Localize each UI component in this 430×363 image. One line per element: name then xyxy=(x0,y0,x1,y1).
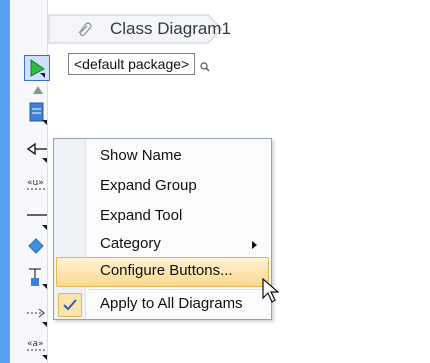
generalization-tool[interactable] xyxy=(25,138,51,164)
menu-item-label: Category xyxy=(100,235,161,252)
selector-tool[interactable] xyxy=(24,55,50,81)
tool-palette: «u» «a» xyxy=(10,0,51,363)
menu-item-label: Apply to All Diagrams xyxy=(100,295,243,312)
search-icon[interactable] xyxy=(199,61,211,73)
class-icon xyxy=(29,102,47,125)
dependency-icon xyxy=(29,268,47,289)
package-selector[interactable]: <default package> xyxy=(68,53,211,75)
menu-item-label: Show Name xyxy=(100,147,182,164)
menu-item-apply-to-all-diagrams[interactable]: Apply to All Diagrams xyxy=(56,291,269,319)
realization-icon xyxy=(27,308,47,327)
anchor-tool[interactable]: «a» xyxy=(25,335,51,361)
menu-item-label: Configure Buttons... xyxy=(100,262,233,279)
interface-icon xyxy=(28,238,44,254)
menu-item-configure-buttons[interactable]: Configure Buttons... xyxy=(56,257,269,287)
menu-item-expand-group[interactable]: Expand Group xyxy=(56,172,269,202)
anchor-icon: «a» xyxy=(27,339,47,360)
association-tool[interactable] xyxy=(25,205,51,231)
dependency-tool[interactable] xyxy=(25,264,51,290)
menu-item-label: Expand Tool xyxy=(100,207,183,224)
triangle-up-icon xyxy=(33,86,43,94)
usage-tool[interactable]: «u» xyxy=(25,172,51,198)
svg-text:«a»: «a» xyxy=(27,339,44,349)
collapse-arrow[interactable] xyxy=(25,82,51,98)
mouse-cursor-icon xyxy=(262,278,280,303)
menu-separator xyxy=(88,289,266,290)
breadcrumb: Class Diagram1 xyxy=(48,14,430,44)
association-icon xyxy=(27,214,47,230)
menu-item-label: Expand Group xyxy=(100,177,197,194)
pointer-icon xyxy=(30,59,45,78)
package-label[interactable]: <default package> xyxy=(68,53,196,75)
class-tool[interactable] xyxy=(25,100,51,126)
diagram-link-icon xyxy=(78,22,92,37)
diagram-name: Class Diagram1 xyxy=(110,19,231,38)
interface-tool[interactable] xyxy=(25,234,51,260)
realization-tool[interactable] xyxy=(25,302,51,328)
context-menu: Show Name Expand Group Expand Tool Categ… xyxy=(53,138,272,320)
menu-item-category[interactable]: Category xyxy=(56,230,269,260)
menu-item-show-name[interactable]: Show Name xyxy=(56,142,269,172)
svg-text:«u»: «u» xyxy=(27,178,44,188)
generalization-icon xyxy=(26,142,47,163)
menu-item-expand-tool[interactable]: Expand Tool xyxy=(56,202,269,232)
checkmark-icon xyxy=(58,293,82,317)
left-accent-strip xyxy=(0,0,10,363)
submenu-arrow-icon xyxy=(252,241,257,249)
usage-icon: «u» xyxy=(27,178,47,190)
